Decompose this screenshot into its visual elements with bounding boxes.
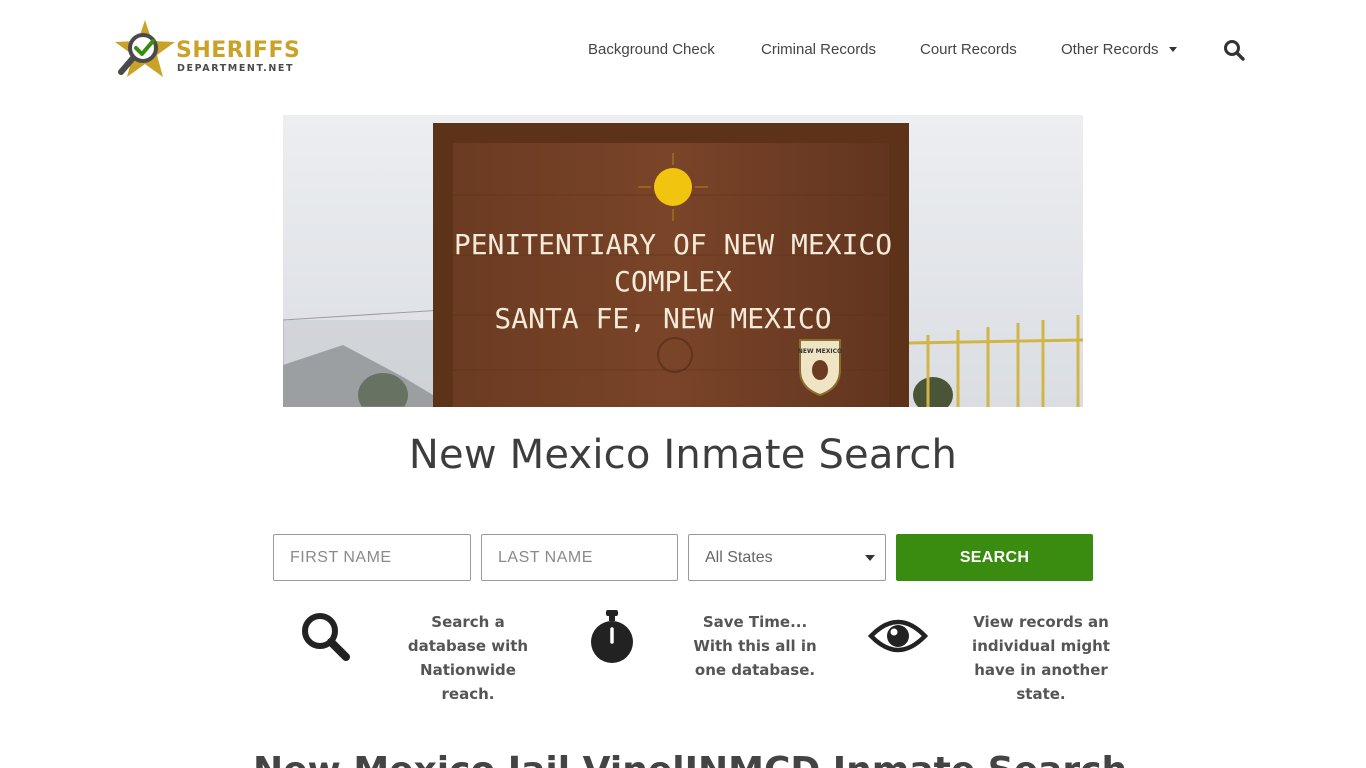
badge-text: NEW MEXICO [798, 348, 842, 355]
feature-text-view-records: View records an individual might have in… [972, 613, 1110, 703]
star-magnifier-check-icon [115, 20, 175, 77]
last-name-input[interactable] [482, 535, 677, 580]
nav-other-records-label: Other Records [1061, 41, 1159, 58]
search-icon[interactable] [1222, 38, 1246, 62]
section-heading: New Mexico Jail VinelINMCD Inmate Search [253, 750, 1127, 768]
last-name-field-wrapper [481, 534, 678, 581]
search-button[interactable]: SEARCH [896, 534, 1093, 581]
page-title: New Mexico Inmate Search [408, 432, 958, 478]
logo-wordmark: SHERIFFS [176, 38, 301, 63]
feature-text-search: Search a database with Nationwide reach. [407, 613, 529, 703]
state-select[interactable]: All States [688, 534, 886, 581]
logo-domain: DEPARTMENT.NET [177, 63, 295, 74]
nav-other-records[interactable]: Other Records [1061, 38, 1177, 62]
first-name-field-wrapper [273, 534, 471, 581]
magnifier-icon [302, 613, 350, 661]
nav-court-records[interactable]: Court Records [920, 38, 1017, 62]
sign-line-3: SANTA FE, NEW MEXICO [494, 302, 831, 335]
eye-icon [868, 619, 928, 653]
chevron-down-icon [865, 555, 875, 561]
state-select-value: All States [705, 549, 773, 566]
sign-line-1: PENITENTIARY OF NEW MEXICO [454, 228, 892, 261]
site-header: SHERIFFS DEPARTMENT.NET Background Check… [0, 0, 1366, 100]
site-logo[interactable]: SHERIFFS DEPARTMENT.NET [113, 18, 303, 82]
hero-image: PENITENTIARY OF NEW MEXICO COMPLEX SANTA… [283, 115, 1083, 407]
sign-line-2: COMPLEX [614, 265, 732, 298]
nav-criminal-records[interactable]: Criminal Records [761, 38, 876, 62]
nav-background-check[interactable]: Background Check [588, 38, 715, 62]
penitentiary-sign-illustration: PENITENTIARY OF NEW MEXICO COMPLEX SANTA… [283, 115, 1083, 407]
chevron-down-icon [1168, 46, 1177, 52]
stopwatch-icon [591, 610, 633, 663]
first-name-input[interactable] [274, 535, 470, 580]
feature-text-save-time: Save Time... With this all in one databa… [693, 613, 817, 679]
